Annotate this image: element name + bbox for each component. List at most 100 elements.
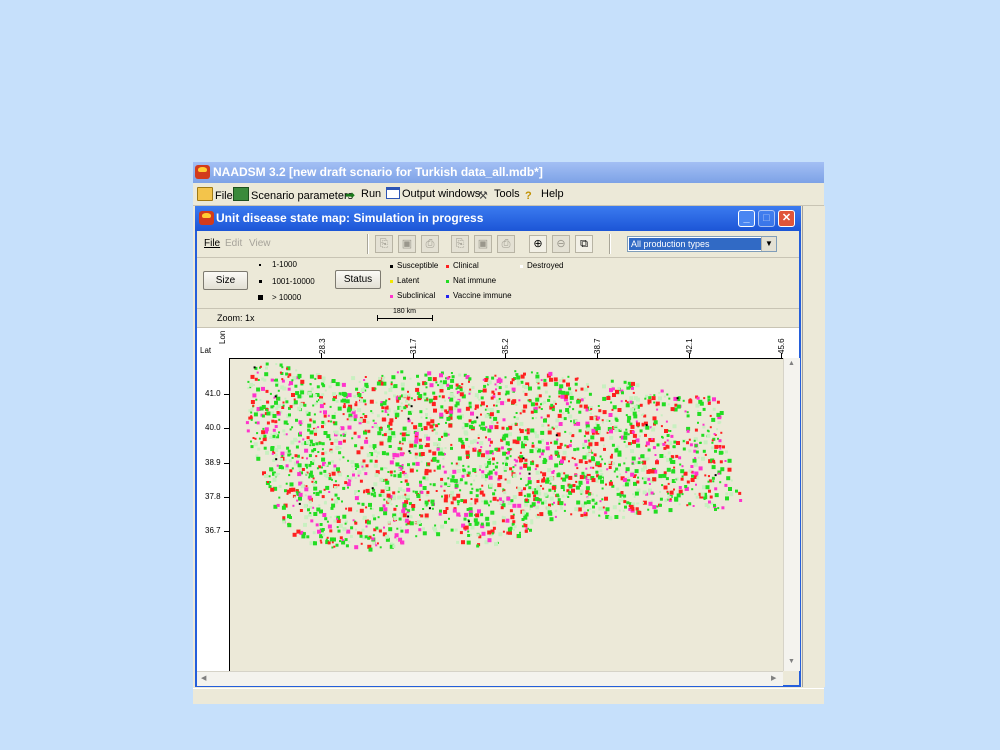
unit-marker [653,509,658,514]
unit-marker [312,404,315,407]
unit-marker [496,385,499,388]
unit-marker [478,465,482,468]
unit-marker [472,426,475,429]
unit-marker [293,400,298,405]
unit-marker [329,405,332,408]
unit-marker [571,488,575,493]
scroll-down-icon[interactable]: ▼ [788,658,795,665]
disease-state-map[interactable] [230,359,783,671]
maximize-button[interactable]: □ [758,210,775,227]
main-title-bar[interactable]: NAADSM 3.2 [new draft scnario for Turkis… [193,162,824,183]
unit-marker [714,474,717,477]
menu-help[interactable]: ? Help [525,187,564,202]
unit-marker [412,462,416,466]
unit-marker [304,487,309,492]
scroll-up-icon[interactable]: ▲ [788,360,795,367]
unit-marker [317,451,320,453]
unit-marker [348,507,353,512]
vertical-scrollbar[interactable]: ▲ ▼ [783,358,800,671]
unit-marker [453,478,458,483]
unit-marker [484,378,489,382]
unit-marker [645,424,648,427]
unit-marker [475,488,479,492]
unit-marker [656,443,660,447]
horizontal-scrollbar[interactable]: ◀ ▶ [197,671,783,686]
unit-marker [415,535,418,538]
unit-marker [599,469,603,473]
unit-marker [494,425,499,430]
unit-marker [423,392,427,396]
chevron-down-icon[interactable]: ▼ [761,237,776,251]
unit-marker [576,377,579,380]
menu-output-windows[interactable]: Output windows [386,187,480,201]
menu-file[interactable]: File [197,187,233,202]
menu-run[interactable]: ➡ Run [345,187,381,202]
lon-tick-mark [413,353,414,358]
unit-marker [642,490,647,495]
unit-marker [449,413,453,417]
unit-marker [275,458,278,461]
unit-marker [307,508,310,512]
copy-map-button[interactable]: ⎘ [375,235,393,253]
unit-marker [387,471,390,473]
unit-marker [409,515,413,519]
print-map-button[interactable]: ⎙ [421,235,439,253]
unit-marker [690,478,695,482]
unit-marker [678,489,683,494]
unit-marker [502,462,505,465]
zoom-in-button[interactable]: ⊕ [529,235,547,253]
map-menu-edit[interactable]: Edit [225,238,242,249]
unit-marker [583,404,588,409]
unit-marker [334,515,337,518]
lon-tick-label: 31.7 [409,338,418,354]
unit-marker [427,371,432,376]
unit-marker [610,379,614,383]
print-legend-button[interactable]: ⎙ [497,235,515,253]
unit-marker [555,434,558,437]
unit-marker [253,366,256,369]
map-window-title-bar[interactable]: Unit disease state map: Simulation in pr… [195,206,801,231]
unit-marker [416,520,421,525]
unit-marker [397,495,402,500]
unit-marker [580,387,584,391]
unit-marker [489,483,493,488]
unit-marker [303,503,308,508]
zoom-extent-button[interactable]: ⧉ [575,235,593,253]
copy-legend-button[interactable]: ⎘ [451,235,469,253]
unit-marker [337,406,342,411]
map-menu-file[interactable]: File [204,238,220,249]
production-type-select[interactable]: All production types ▼ [627,236,777,252]
unit-marker [636,422,640,427]
status-button[interactable]: Status [335,270,381,289]
unit-marker [427,499,430,502]
unit-marker [257,447,261,451]
size-button[interactable]: Size [203,271,248,290]
unit-marker [371,508,374,510]
save-legend-button[interactable]: ▣ [474,235,492,253]
main-status-bar [193,688,824,705]
close-button[interactable]: ✕ [778,210,795,227]
unit-marker [448,406,453,411]
unit-marker [447,477,450,480]
unit-marker [515,459,519,463]
scroll-right-icon[interactable]: ▶ [771,674,776,682]
unit-marker [342,514,347,519]
menu-tools[interactable]: ⚒ Tools [478,187,520,202]
unit-marker [663,485,668,490]
unit-marker [270,433,273,436]
menu-scenario-parameters[interactable]: Scenario parameters [233,187,353,202]
unit-marker [407,410,412,415]
unit-marker [313,413,316,416]
unit-marker [271,419,275,423]
unit-marker [606,396,611,400]
save-map-button[interactable]: ▣ [398,235,416,253]
zoom-out-button[interactable]: ⊖ [552,235,570,253]
unit-marker [622,515,626,519]
minimize-button[interactable]: _ [738,210,755,227]
unit-marker [471,386,475,390]
unit-marker [387,413,390,416]
scroll-left-icon[interactable]: ◀ [201,674,206,682]
map-menu-view[interactable]: View [249,238,271,249]
unit-marker [579,489,584,494]
unit-marker [640,454,645,459]
